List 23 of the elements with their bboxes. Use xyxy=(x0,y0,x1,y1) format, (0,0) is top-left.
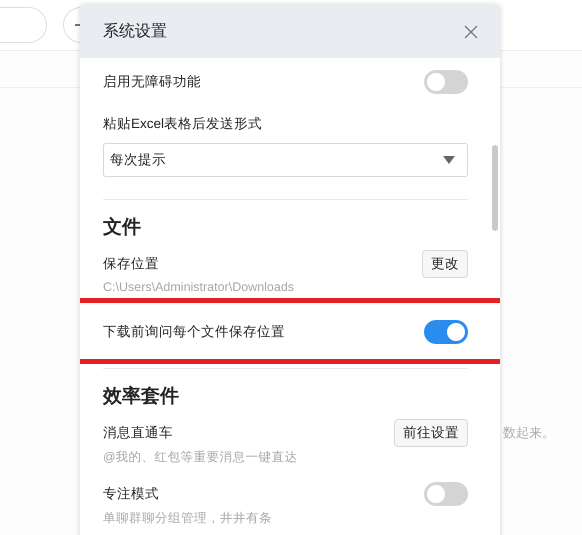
toggle-switch[interactable] xyxy=(424,70,468,94)
toggle-switch[interactable] xyxy=(424,482,468,506)
setting-description: @我的、红包等重要消息一键直达 xyxy=(103,449,299,466)
toggle-switch[interactable] xyxy=(424,320,468,344)
dropdown[interactable]: 每次提示 xyxy=(103,143,468,177)
search-field[interactable] xyxy=(0,7,47,43)
setting-label: 消息直通车 xyxy=(103,424,173,442)
setting-label: 下载前询问每个文件保存位置 xyxy=(103,323,285,341)
action-button[interactable]: 前往设置 xyxy=(394,419,468,447)
setting-description: C:\Users\Administrator\Downloads xyxy=(103,280,296,294)
caret-icon xyxy=(443,156,455,164)
section-heading: 文件 xyxy=(103,216,142,240)
section-heading: 效率套件 xyxy=(103,384,180,409)
setting-description: 单聊群聊分组管理，井井有条 xyxy=(103,510,273,527)
action-button[interactable]: 更改 xyxy=(422,250,468,278)
close-icon[interactable] xyxy=(464,24,478,38)
dialog-title: 系统设置 xyxy=(103,22,167,42)
setting-label: 粘贴Excel表格后发送形式 xyxy=(103,115,262,133)
setting-label: 启用无障碍功能 xyxy=(103,73,201,91)
hint-text: 数起来。 xyxy=(503,424,555,442)
setting-label: 保存位置 xyxy=(103,255,159,273)
scrollbar[interactable] xyxy=(492,145,498,231)
setting-label: 专注模式 xyxy=(103,485,159,503)
